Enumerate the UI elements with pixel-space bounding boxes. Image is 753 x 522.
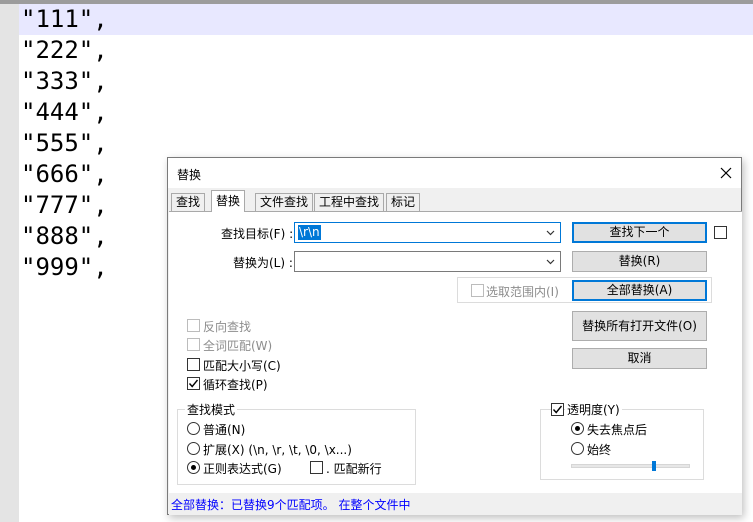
- dialog-title: 替换: [177, 168, 202, 182]
- transparency-always-radio[interactable]: [571, 442, 584, 455]
- transparency-slider-thumb[interactable]: [651, 461, 656, 471]
- replace-tab-panel: 查找目标(F) : \r\n 替换为(L) : 选取范围内(I) 查找下一个 替…: [169, 211, 742, 493]
- tab-find-in-projects[interactable]: 工程中查找: [314, 193, 385, 212]
- in-selection-label: 选取范围内(I): [486, 285, 559, 299]
- dot-matches-newline-label: . 匹配新行: [326, 462, 382, 476]
- replace-with-label: 替换为(L) :: [233, 256, 293, 270]
- find-next-option-checkbox[interactable]: [714, 226, 727, 239]
- tab-replace[interactable]: 替换: [211, 190, 246, 212]
- replace-all-button[interactable]: 全部替换(A): [572, 280, 707, 301]
- check-icon: [552, 405, 563, 414]
- search-mode-title: 查找模式: [185, 401, 238, 418]
- in-selection-checkbox[interactable]: [471, 284, 484, 297]
- chevron-down-icon[interactable]: [546, 228, 555, 237]
- wrap-around-checkbox[interactable]: [187, 377, 200, 390]
- replace-all-open-files-button[interactable]: 替换所有打开文件(O): [572, 311, 707, 341]
- tab-find-in-files[interactable]: 文件查找: [255, 193, 314, 212]
- code-line[interactable]: "888",: [21, 221, 108, 252]
- search-mode-regex-label: 正则表达式(G): [203, 462, 282, 476]
- transparency-title: 透明度(Y): [565, 401, 622, 418]
- status-message: 全部替换：已替换9个匹配项。 在整个文件中: [171, 498, 411, 512]
- code-line[interactable]: "444",: [21, 97, 108, 128]
- code-line[interactable]: "999",: [21, 252, 108, 283]
- transparency-slider[interactable]: [571, 464, 690, 468]
- transparency-on-lose-focus-label: 失去焦点后: [587, 423, 648, 437]
- wrap-around-label: 循环查找(P): [203, 378, 268, 392]
- backward-checkbox[interactable]: [187, 319, 200, 332]
- tab-find[interactable]: 查找: [171, 193, 206, 212]
- check-icon: [188, 379, 199, 388]
- search-mode-extended-radio[interactable]: [187, 442, 200, 455]
- find-what-combobox[interactable]: \r\n: [294, 222, 561, 243]
- search-mode-regex-radio[interactable]: [187, 461, 200, 474]
- match-case-label: 匹配大小写(C): [203, 359, 281, 373]
- search-mode-extended-label: 扩展(X) (\n, \r, \t, \0, \x...): [203, 443, 352, 457]
- code-line[interactable]: "777",: [21, 190, 108, 221]
- cancel-button[interactable]: 取消: [572, 348, 707, 369]
- code-line[interactable]: "333",: [21, 66, 108, 97]
- whole-word-label: 全词匹配(W): [203, 339, 273, 353]
- search-mode-normal-label: 普通(N): [203, 423, 246, 437]
- chevron-down-icon[interactable]: [546, 257, 555, 266]
- find-what-label: 查找目标(F) :: [221, 227, 294, 241]
- line-number-gutter[interactable]: [0, 4, 19, 522]
- search-mode-normal-radio[interactable]: [187, 422, 200, 435]
- match-case-checkbox[interactable]: [187, 358, 200, 371]
- code-line[interactable]: "222",: [21, 35, 108, 66]
- find-next-button[interactable]: 查找下一个: [572, 222, 707, 243]
- transparency-group: [540, 409, 704, 480]
- code-line[interactable]: "111",: [19, 4, 753, 35]
- transparency-on-lose-focus-radio[interactable]: [571, 422, 584, 435]
- code-line[interactable]: "555",: [21, 128, 108, 159]
- transparency-always-label: 始终: [587, 443, 612, 457]
- backward-label: 反向查找: [203, 320, 252, 334]
- tab-mark[interactable]: 标记: [386, 193, 421, 212]
- replace-button[interactable]: 替换(R): [572, 251, 707, 272]
- whole-word-checkbox[interactable]: [187, 338, 200, 351]
- transparency-checkbox[interactable]: [551, 403, 564, 416]
- replace-with-combobox[interactable]: [294, 251, 561, 272]
- close-button[interactable]: [717, 164, 735, 182]
- find-what-value: \r\n: [298, 225, 321, 240]
- dialog-titlebar[interactable]: 替换: [168, 158, 741, 188]
- close-icon: [720, 167, 732, 179]
- dot-matches-newline-checkbox[interactable]: [310, 461, 323, 474]
- code-line[interactable]: "666",: [21, 159, 108, 190]
- replace-dialog: 替换 查找 替换 文件查找 工程中查找 标记 查找目标(F) : \r\n 替换…: [167, 157, 742, 515]
- dialog-statusbar: 全部替换：已替换9个匹配项。 在整个文件中: [169, 493, 742, 515]
